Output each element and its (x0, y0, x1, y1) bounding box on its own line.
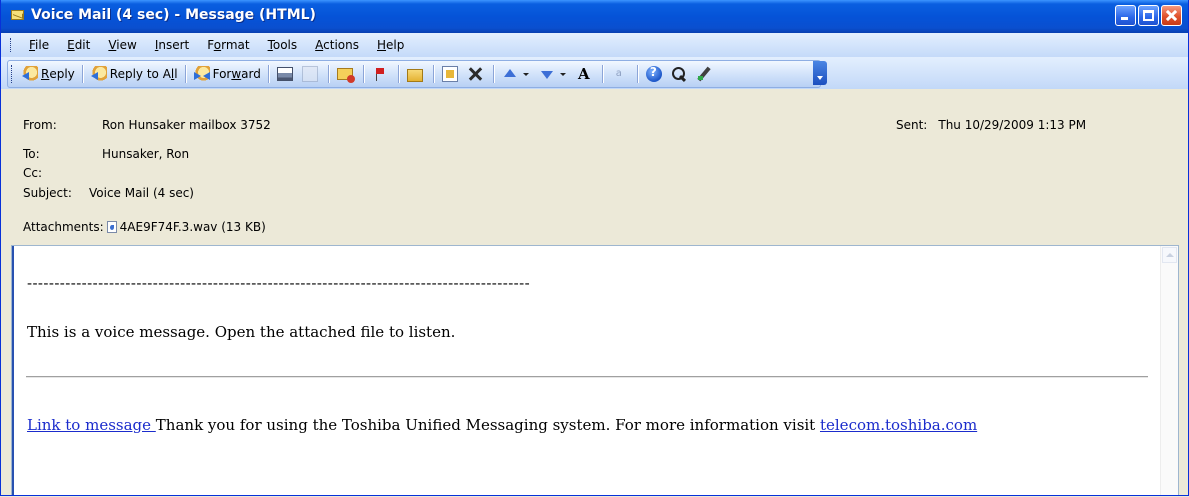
toolbar-strip: Reply Reply to All For w ard A a ? (7, 60, 821, 88)
delete-button[interactable] (464, 63, 489, 85)
previous-item-button[interactable] (499, 63, 536, 85)
toolbar-separator (492, 65, 495, 83)
delete-icon (467, 66, 483, 82)
print-button[interactable] (274, 63, 299, 85)
maximize-icon (1143, 10, 1154, 21)
link-to-message[interactable]: Link to message (27, 416, 156, 434)
toolbar-separator (636, 65, 639, 83)
to-value[interactable]: Hunsaker, Ron (102, 147, 189, 161)
encoding-icon: a (615, 68, 622, 79)
subject-value: Voice Mail (4 sec) (89, 186, 194, 200)
dashed-divider: ----------------------------------------… (27, 274, 531, 292)
minimize-button[interactable] (1115, 5, 1136, 26)
follow-up-flag-button[interactable] (369, 63, 394, 85)
help-button[interactable] (643, 63, 668, 85)
horizontal-rule (26, 376, 1148, 378)
window-controls (1115, 5, 1182, 26)
move-icon (441, 66, 458, 82)
folder-icon (406, 68, 423, 82)
next-item-button[interactable] (536, 63, 573, 85)
ink-icon (696, 66, 712, 82)
toolbar-separator (601, 65, 604, 83)
menu-bar: File Edit View Insert Format Tools Actio… (1, 33, 1188, 57)
attachment-file[interactable]: 4AE9F74F.3.wav (13 KB) (120, 220, 266, 234)
chevron-down-icon[interactable] (559, 72, 566, 76)
toolbar-separator (327, 65, 330, 83)
toolbar-options-button[interactable] (813, 61, 827, 85)
move-to-folder-button[interactable] (404, 63, 429, 85)
menu-view[interactable]: View (99, 38, 145, 52)
toolbar-separator (184, 65, 187, 83)
toolbar-separator (81, 65, 84, 83)
menu-insert[interactable]: Insert (146, 38, 198, 52)
menu-help[interactable]: Help (368, 38, 413, 52)
maximize-button[interactable] (1138, 5, 1159, 26)
menu-format[interactable]: Format (198, 38, 258, 52)
cc-label: Cc: (23, 166, 43, 180)
title-bar[interactable]: Voice Mail (4 sec) - Message (HTML) (1, 0, 1188, 33)
reply-all-button[interactable]: Reply to All (88, 63, 181, 85)
flag-icon (372, 66, 388, 82)
help-icon (645, 65, 662, 82)
to-label: To: (23, 147, 40, 161)
footer-text: Thank you for using the Toshiba Unified … (155, 416, 820, 434)
subject-label: Subject: (23, 186, 72, 200)
menu-actions[interactable]: Actions (306, 38, 368, 52)
find-icon (671, 66, 687, 82)
print-icon (276, 67, 293, 81)
vertical-scrollbar[interactable] (1160, 246, 1178, 495)
from-value[interactable]: Ron Hunsaker mailbox 3752 (102, 118, 271, 132)
window-title: Voice Mail (4 sec) - Message (HTML) (31, 7, 316, 23)
voice-message-text: This is a voice message. Open the attach… (27, 323, 456, 341)
toolbar-separator (267, 65, 270, 83)
message-window: Voice Mail (4 sec) - Message (HTML) File… (0, 0, 1189, 496)
forward-icon (193, 66, 210, 82)
menu-edit[interactable]: Edit (58, 38, 99, 52)
from-label: From: (23, 118, 57, 132)
ink-button[interactable] (693, 63, 718, 85)
attachments-label: Attachments: (23, 220, 104, 234)
reply-icon (22, 66, 38, 82)
minimize-icon (1121, 17, 1128, 20)
sent-value: Thu 10/29/2009 1:13 PM (938, 118, 1087, 132)
toolbar-separator (432, 65, 435, 83)
footer-line: Link to message Thank you for using the … (27, 416, 977, 434)
attachments-row: Attachments: 4AE9F74F.3.wav (13 KB) (23, 220, 266, 234)
menu-grip[interactable] (10, 38, 14, 52)
chevron-down-icon[interactable] (522, 72, 529, 76)
wav-file-icon (106, 221, 117, 233)
menu-tools[interactable]: Tools (259, 38, 307, 52)
previous-icon (502, 66, 518, 82)
sent-label: Sent: (896, 118, 928, 132)
message-options-button[interactable] (334, 63, 359, 85)
next-icon (539, 66, 555, 82)
toshiba-website-link[interactable]: telecom.toshiba.com (820, 416, 977, 434)
toolbar-separator (362, 65, 365, 83)
message-body[interactable]: ----------------------------------------… (11, 245, 1179, 495)
close-icon (1165, 9, 1178, 22)
message-header: From: Ron Hunsaker mailbox 3752 Sent: Thu… (10, 89, 1180, 239)
close-button[interactable] (1161, 5, 1182, 26)
font-size-button[interactable]: A (573, 63, 598, 85)
scroll-up-button[interactable] (1162, 247, 1177, 263)
envelope-icon (11, 10, 24, 20)
encoding-button[interactable]: a (608, 63, 633, 85)
move-button[interactable] (439, 63, 464, 85)
font-size-icon: A (578, 65, 590, 83)
forward-button[interactable]: For w ard (191, 63, 264, 85)
copy-button[interactable] (299, 63, 324, 85)
sent-row: Sent: Thu 10/29/2009 1:13 PM (896, 118, 1086, 132)
reply-all-icon (90, 66, 107, 82)
reply-button[interactable]: Reply (19, 63, 78, 85)
toolbar-grip[interactable] (11, 65, 14, 83)
find-button[interactable] (668, 63, 693, 85)
mail-icon (336, 68, 355, 83)
copy-icon (301, 66, 318, 82)
toolbar-separator (397, 65, 400, 83)
menu-file[interactable]: File (20, 38, 58, 52)
standard-toolbar: Reply Reply to All For w ard A a ? (1, 57, 1188, 89)
